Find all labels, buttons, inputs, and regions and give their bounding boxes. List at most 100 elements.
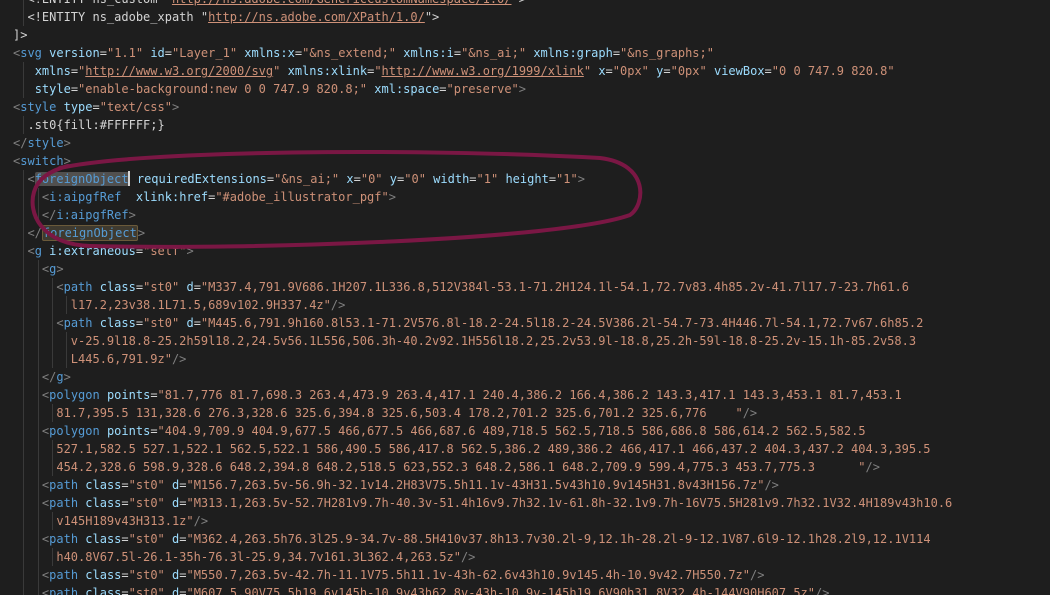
code-token: = — [353, 172, 361, 186]
code-text: <path class="st0" d="M362.4,263.5h76.3l2… — [13, 532, 931, 546]
code-line[interactable]: <switch> — [0, 152, 1050, 170]
code-text: </i:aipgfRef> — [13, 208, 136, 222]
code-token: "M156.7,263.5v-56.9h-32.1v14.2H83V75.5h1… — [186, 478, 765, 492]
code-line[interactable]: <polygon points="81.7,776 81.7,698.3 263… — [0, 386, 1050, 404]
code-token: "M313.1,263.5v-52.7H281v9.7h-40.3v-51.4h… — [186, 496, 953, 510]
code-token: = — [121, 568, 129, 582]
code-token: x — [346, 172, 354, 186]
code-token: version — [49, 46, 100, 60]
code-token: "0 0 747.9 820.8" — [771, 64, 895, 78]
code-line[interactable]: 81.7,395.5 131,328.6 276.3,328.6 325.6,3… — [0, 404, 1050, 422]
code-line[interactable]: <i:aipgfRef xlink:href="#adobe_illustrat… — [0, 188, 1050, 206]
code-line[interactable]: <!ENTITY ns_adobe_xpath "http://ns.adobe… — [0, 8, 1050, 26]
code-line[interactable]: <polygon points="404.9,709.9 404.9,677.5… — [0, 422, 1050, 440]
code-text: <polygon points="404.9,709.9 404.9,677.5… — [13, 424, 866, 438]
code-token: = — [121, 478, 129, 492]
code-token: xmlns:xlink — [287, 64, 368, 78]
code-line[interactable]: <foreignObject requiredExtensions = "&ns_a… — [0, 170, 1050, 188]
code-line[interactable]: ]> — [0, 26, 1050, 44]
code-token: "self" — [143, 244, 187, 258]
code-line[interactable]: <path class="st0" d="M607.5,90V75.5h19.6… — [0, 584, 1050, 595]
code-token: type — [63, 100, 93, 114]
code-token: = — [548, 172, 557, 186]
code-token: "M337.4,791.9V686.1H207.1L336.8,512V384l… — [200, 280, 909, 294]
code-line[interactable]: <g i:extraneous="self"> — [0, 242, 1050, 260]
code-line[interactable]: 454.2,328.6 598.9,328.6 648.2,394.8 648.… — [0, 458, 1050, 476]
code-token: /> — [750, 568, 765, 582]
code-token: g — [56, 370, 64, 384]
code-text: 527.1,582.5 527.1,522.1 562.5,522.1 586,… — [13, 442, 930, 456]
code-token: "st0" — [128, 568, 165, 582]
code-token: "preserve" — [446, 82, 519, 96]
code-line[interactable]: .st0{fill:#FFFFFF;} — [0, 116, 1050, 134]
code-token: > — [518, 82, 527, 96]
code-line[interactable]: </g> — [0, 368, 1050, 386]
code-line[interactable]: </style> — [0, 134, 1050, 152]
code-token: "&ns_extend;" — [302, 46, 397, 60]
code-token: path — [49, 586, 79, 595]
code-text: </foreignObject> — [13, 225, 145, 241]
code-line[interactable]: <path class="st0" d="M445.6,791.9h160.8l… — [0, 314, 1050, 332]
code-line[interactable]: xmlns="http://www.w3.org/2000/svg" xmlns… — [0, 62, 1050, 80]
code-line[interactable]: <path class="st0" d="M550.7,263.5v-42.7h… — [0, 566, 1050, 584]
code-token: <!ENTITY ns_custom " — [13, 0, 172, 6]
code-token: height — [505, 172, 549, 186]
code-line[interactable]: <path class="st0" d="M313.1,263.5v-52.7H… — [0, 494, 1050, 512]
code-line[interactable]: <path class="st0" d="M337.4,791.9V686.1H… — [0, 278, 1050, 296]
code-token: h40.8V67.5l-26.1-35h-76.3l-25.9,34.7v161… — [13, 550, 461, 564]
code-token: /> — [330, 298, 346, 312]
code-line[interactable]: 527.1,582.5 527.1,522.1 562.5,522.1 586,… — [0, 440, 1050, 458]
code-line[interactable]: v145H189v43H313.1z"/> — [0, 512, 1050, 530]
code-text: L445.6,791.9z"/> — [13, 352, 187, 366]
code-token: /> — [865, 460, 880, 474]
code-token: requiredExtensions — [136, 172, 267, 186]
code-line[interactable]: <!ENTITY ns_custom "http://ns.adobe.com/… — [0, 0, 1050, 8]
code-token: i:aipgfRef — [49, 190, 122, 204]
code-token: = — [135, 280, 144, 294]
code-token: </ — [41, 208, 57, 222]
code-line[interactable]: <path class="st0" d="M156.7,263.5v-56.9h… — [0, 476, 1050, 494]
code-line[interactable]: h40.8V67.5l-26.1-35h-76.3l-25.9,34.7v161… — [0, 548, 1050, 566]
code-token: = — [764, 64, 772, 78]
code-token: xml:space — [374, 82, 440, 96]
code-text: </style> — [13, 136, 71, 150]
code-line[interactable]: <svg version="1.1" id="Layer_1" xmlns:x=… — [0, 44, 1050, 62]
code-line[interactable]: l17.2,23v38.1L71.5,689v102.9H337.4z"/> — [0, 296, 1050, 314]
code-token: < — [27, 244, 35, 258]
code-token: http://www.w3.org/1999/xlink — [381, 64, 584, 78]
code-token: d — [186, 316, 194, 330]
code-token: </ — [41, 370, 57, 384]
code-editor[interactable]: <!ENTITY ns_custom "http://ns.adobe.com/… — [0, 0, 1050, 595]
code-token: "M445.6,791.9h160.8l53.1-71.2V576.8l-18.… — [200, 316, 924, 330]
code-line[interactable]: L445.6,791.9z"/> — [0, 350, 1050, 368]
code-line[interactable]: style="enable-background:new 0 0 747.9 8… — [0, 80, 1050, 98]
code-line[interactable]: <path class="st0" d="M362.4,263.5h76.3l2… — [0, 530, 1050, 548]
code-token: /> — [764, 478, 779, 492]
code-line[interactable]: <style type="text/css"> — [0, 98, 1050, 116]
code-token: polygon — [49, 424, 100, 438]
code-token: < — [56, 316, 64, 330]
code-token: path — [49, 478, 79, 492]
code-line[interactable]: </foreignObject> — [0, 224, 1050, 242]
code-token: = — [92, 100, 100, 114]
code-line[interactable]: </i:aipgfRef> — [0, 206, 1050, 224]
code-text: <svg version="1.1" id="Layer_1" xmlns:x=… — [13, 46, 714, 60]
code-token: /> — [815, 586, 830, 595]
code-text: <switch> — [13, 154, 71, 168]
code-token: v145H189v43H313.1z" — [13, 514, 194, 528]
code-token: " — [583, 64, 592, 78]
code-line[interactable]: v-25.9l18.8-25.2h59l18.2,24.5v56.1L556,5… — [0, 332, 1050, 350]
code-lines[interactable]: <!ENTITY ns_custom "http://ns.adobe.com/… — [0, 0, 1050, 595]
code-token: "404.9,709.9 404.9,677.5 466,677.5 466,6… — [157, 424, 866, 438]
code-token: l17.2,23v38.1L71.5,689v102.9H337.4z" — [13, 298, 331, 312]
code-token: d — [186, 280, 194, 294]
code-line[interactable]: <g> — [0, 260, 1050, 278]
code-token: = — [121, 496, 129, 510]
